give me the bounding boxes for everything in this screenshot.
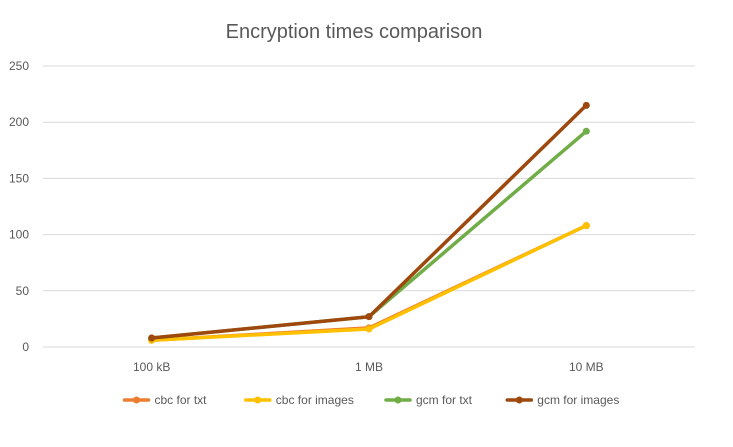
data-point-2-3 [582,222,590,230]
legend-label-3: gcm for txt [416,393,473,407]
legend-label-1: cbc for txt [155,393,208,407]
data-point-2-2 [365,325,373,333]
x-tick-label-3: 10 MB [569,360,604,374]
y-tick-label-250: 250 [9,59,29,73]
y-tick-label-0: 0 [22,340,29,354]
series-line-1 [149,223,589,343]
x-tick-label-1: 100 kB [133,360,170,374]
series-lines [148,101,590,344]
legend-label-2: cbc for images [276,393,354,407]
legend-marker-1 [133,396,140,404]
gridlines [43,65,695,348]
y-axis-ticks: 0 50 100 150 200 250 [9,59,29,354]
line-chart: Encryption times comparison 0 50 100 150 200… [9,21,695,407]
legend-marker-4 [515,396,523,404]
chart-frame: Encryption times comparison 0 50 100 150 200… [0,0,733,447]
x-axis-ticks: 100 kB 1 MB 10 MB [133,360,604,374]
legend-item-3: gcm for txt [384,393,473,407]
y-tick-label-200: 200 [9,115,29,129]
y-tick-label-150: 150 [9,171,29,185]
legend: cbc for txt cbc for images gcm for txt gcm … [122,393,619,407]
data-point-4-2 [365,313,373,321]
series-line-2 [149,223,589,343]
legend-marker-2 [254,396,262,404]
legend-marker-3 [394,396,402,404]
series-line-4 [149,103,589,340]
data-point-3-3 [582,127,590,135]
legend-label-4: gcm for images [537,393,619,407]
series-4 [148,101,590,342]
legend-item-2: cbc for images [244,393,354,407]
legend-item-4: gcm for images [505,393,619,407]
y-tick-label-100: 100 [9,228,29,242]
data-point-4-3 [582,101,590,109]
chart-title: Encryption times comparison [226,21,483,43]
y-tick-label-50: 50 [16,284,30,298]
data-point-4-1 [148,334,156,342]
x-tick-label-2: 1 MB [355,360,383,374]
series-1 [148,222,590,344]
legend-item-1: cbc for txt [122,393,208,407]
